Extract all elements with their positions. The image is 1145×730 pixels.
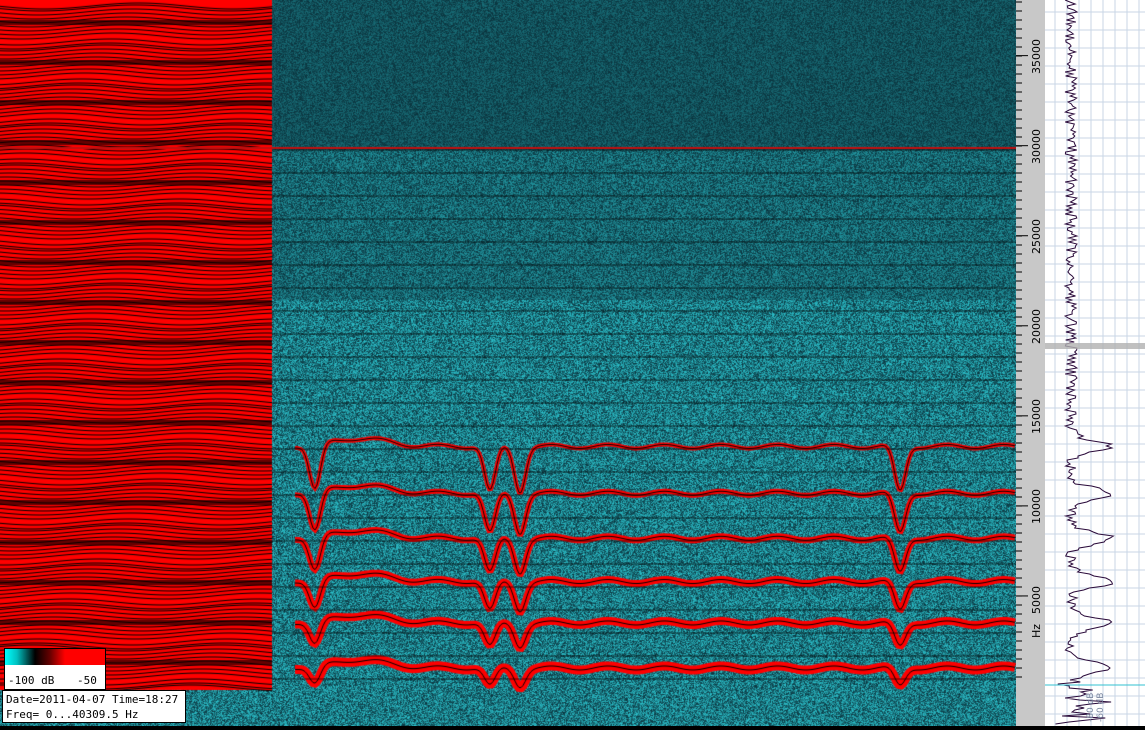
frequency-unit-label: Hz [1030, 623, 1043, 638]
spectrum-db-label: -80 dB [1086, 693, 1096, 722]
frequency-tick-label: 10000 [1030, 488, 1043, 524]
info-frequency-range: Freq= 0...40309.5 Hz [6, 708, 139, 721]
frequency-axis: 5000 10000 15000 20000 25000 30000 35000 Hz [1016, 0, 1045, 726]
frequency-axis-ticks [1016, 1, 1028, 678]
spectrum-panel: -80 dB -60 dB [1045, 0, 1145, 726]
frequency-tick-label: 5000 [1030, 585, 1043, 614]
frequency-tick-label: 20000 [1030, 308, 1043, 344]
spectrum-marker-band [1045, 343, 1145, 349]
colorbar-gradient [5, 649, 105, 665]
info-box: Date=2011-04-07 Time=18:27 Freq= 0...403… [2, 690, 186, 723]
spectrum-line [1055, 0, 1115, 725]
spectrum-db-label: -60 dB [1096, 693, 1106, 722]
frequency-tick-label: 25000 [1030, 218, 1043, 254]
info-date-time: Date=2011-04-07 Time=18:27 [6, 693, 179, 706]
frequency-tick-label: 35000 [1030, 38, 1043, 74]
spectrogram-plot [0, 0, 1016, 726]
frequency-tick-label: 15000 [1030, 398, 1043, 434]
colorbar-min-label: -100 dB [8, 674, 55, 687]
spectrum-trace: -80 dB -60 dB [1045, 0, 1145, 726]
frequency-tick-label: 30000 [1030, 128, 1043, 164]
colorbar-max-label: -50 [77, 674, 97, 687]
colorbar-legend: -100 dB -50 [4, 648, 106, 690]
